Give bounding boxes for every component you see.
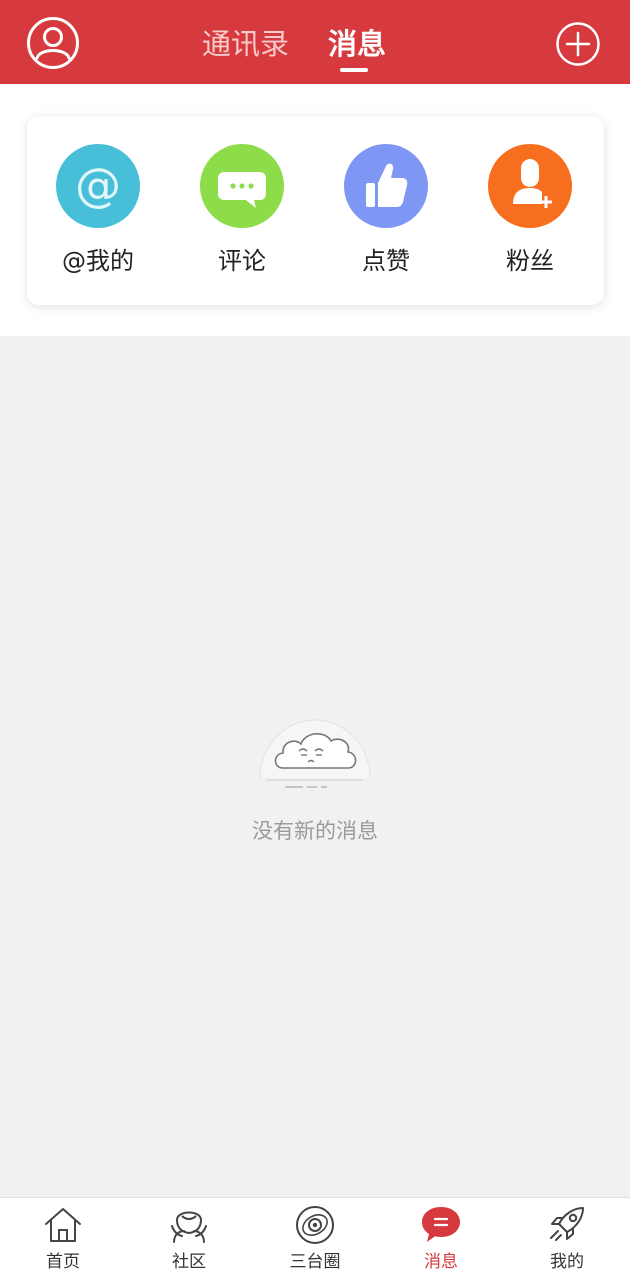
nav-label: 我的 [550, 1252, 584, 1272]
thumbs-up-icon-circle [344, 144, 428, 228]
orbit-icon [296, 1206, 334, 1244]
nav-label: 消息 [424, 1252, 458, 1272]
quick-action-likes[interactable]: 点赞 [331, 144, 441, 284]
comment-icon-circle [200, 144, 284, 228]
rocket-icon [550, 1207, 584, 1241]
tab-messages[interactable]: 消息 [328, 24, 386, 64]
message-bubble-icon [422, 1207, 460, 1242]
at-icon-circle: @ [56, 144, 140, 228]
quick-actions-card: @ @我的 评论 点赞 粉丝 [27, 116, 604, 305]
quick-action-label: 评论 [218, 247, 266, 275]
community-icon [171, 1211, 207, 1243]
nav-item-home[interactable]: 首页 [0, 1198, 126, 1280]
profile-button[interactable] [26, 16, 80, 70]
quick-action-at-me[interactable]: @ @我的 [43, 144, 153, 284]
add-button[interactable] [555, 21, 601, 67]
nav-item-circle[interactable]: 三台圈 [252, 1198, 378, 1280]
svg-text:@: @ [75, 158, 121, 212]
quick-action-followers[interactable]: 粉丝 [475, 144, 585, 284]
quick-action-label: 粉丝 [506, 247, 554, 275]
quick-action-label: @我的 [62, 247, 134, 275]
empty-state: 没有新的消息 [0, 700, 630, 860]
comment-icon [218, 172, 266, 208]
bottom-navigation: 首页 社区 三台圈 消息 我的 [0, 1197, 630, 1280]
nav-item-messages[interactable]: 消息 [378, 1198, 504, 1280]
add-follower-icon [513, 159, 552, 208]
quick-action-comments[interactable]: 评论 [187, 144, 297, 284]
nav-label: 首页 [46, 1252, 80, 1272]
top-app-bar: 通讯录 消息 [0, 0, 630, 84]
nav-label: 三台圈 [289, 1252, 341, 1272]
add-follower-icon-circle [488, 144, 572, 228]
home-icon [45, 1208, 81, 1242]
sleepy-cloud-icon [259, 719, 371, 788]
nav-item-community[interactable]: 社区 [126, 1198, 252, 1280]
active-tab-indicator [340, 68, 368, 72]
thumbs-up-icon [366, 163, 408, 207]
quick-action-label: 点赞 [362, 247, 410, 275]
plus-circle-icon [556, 22, 600, 66]
tab-contacts[interactable]: 通讯录 [202, 24, 289, 64]
user-avatar-icon [27, 17, 79, 69]
nav-item-me[interactable]: 我的 [504, 1198, 630, 1280]
empty-state-text: 没有新的消息 [252, 819, 378, 843]
nav-label: 社区 [172, 1252, 206, 1272]
at-icon: @ [75, 158, 121, 212]
